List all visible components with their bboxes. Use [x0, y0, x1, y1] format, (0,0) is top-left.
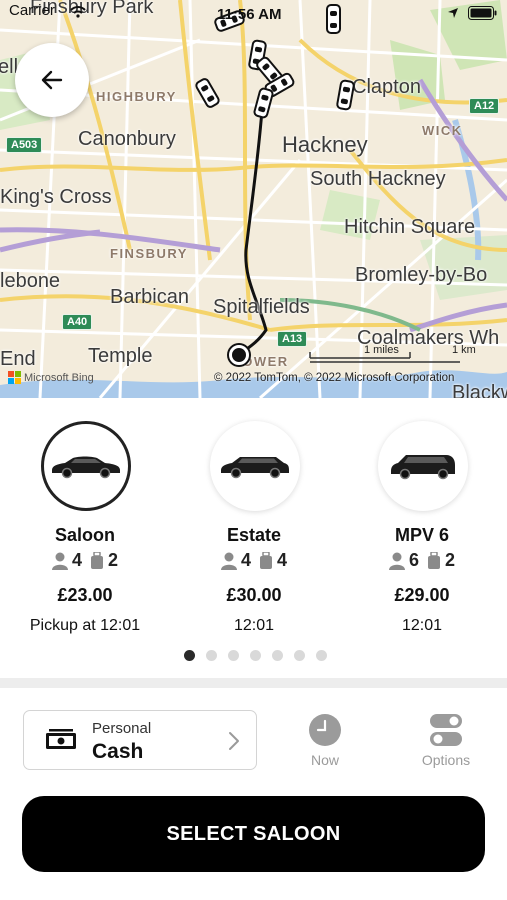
vehicle-image-mpv6[interactable] — [378, 421, 468, 511]
bing-logo: Microsoft Bing — [8, 371, 94, 384]
passenger-count: 4 — [240, 550, 251, 570]
status-carrier: Carrier — [9, 2, 55, 19]
luggage-icon — [427, 551, 441, 570]
saloon-car-icon — [52, 456, 120, 479]
page-dot[interactable] — [184, 650, 195, 661]
road-badge-a40: A40 — [62, 314, 93, 330]
wifi-icon — [70, 6, 86, 18]
page-dot[interactable] — [272, 650, 283, 661]
map-label-barbican: Barbican — [110, 286, 189, 308]
road-badge-a503: A503 — [6, 137, 43, 153]
toggles-icon — [430, 714, 462, 746]
select-vehicle-button[interactable]: SELECT SALOON — [22, 796, 485, 872]
vehicle-price: £23.00 — [57, 585, 113, 605]
vehicle-name: Saloon — [54, 525, 115, 545]
map-provider: Microsoft Bing — [24, 371, 94, 384]
pickup-pin-icon — [229, 345, 249, 365]
vehicle-capacity: 6 2 — [338, 550, 506, 571]
battery-icon — [468, 6, 497, 20]
payment-type: Personal — [92, 720, 152, 737]
vehicle-carousel[interactable]: Saloon 4 2 £23.00 Pickup at 12:01 Estate — [0, 398, 507, 676]
luggage-icon — [90, 551, 104, 570]
passenger-count: 4 — [71, 550, 82, 570]
road-badge-a12: A12 — [469, 98, 500, 114]
map-label-lebone: lebone — [0, 270, 61, 292]
section-divider — [0, 678, 507, 688]
map-label-highbury: HIGHBURY — [96, 89, 177, 104]
passenger-count: 6 — [408, 550, 419, 570]
passenger-icon — [388, 552, 405, 570]
map-attribution: © 2022 TomTom, © 2022 Microsoft Corporat… — [214, 372, 455, 384]
vehicle-pickup-time: Pickup at 12:01 — [29, 617, 141, 634]
vehicle-price: £29.00 — [394, 585, 450, 605]
map-label-kings-cross: King's Cross — [0, 186, 112, 208]
vehicle-pickup-time: 12:01 — [233, 617, 275, 634]
back-button[interactable] — [15, 43, 89, 117]
vehicle-pickup-time: 12:01 — [401, 617, 443, 634]
map-label-blackwall: Blackw — [452, 382, 507, 398]
payment-method-selector[interactable]: Personal Cash — [23, 710, 257, 770]
map-label-wick: WICK — [422, 123, 463, 138]
vehicle-price: £30.00 — [226, 585, 282, 605]
map-label-hackney: Hackney — [282, 132, 368, 157]
vehicle-capacity: 4 4 — [170, 550, 338, 571]
options-button[interactable]: Options — [411, 713, 481, 768]
map-label-spitalfields: Spitalfields — [213, 296, 310, 318]
estate-car-icon — [221, 457, 289, 479]
page-dot[interactable] — [294, 650, 305, 661]
road-badge-a13: A13 — [277, 331, 308, 347]
microsoft-logo-icon — [8, 371, 21, 384]
map-label-bromley-by-bow: Bromley-by-Bo — [355, 264, 488, 286]
now-label: Now — [310, 752, 339, 768]
schedule-now-button[interactable]: Now — [290, 713, 360, 768]
vehicle-name: Estate — [226, 525, 282, 545]
page-dot[interactable] — [206, 650, 217, 661]
map-label-canonbury: Canonbury — [78, 128, 176, 150]
passenger-icon — [220, 552, 237, 570]
cash-icon — [46, 729, 76, 749]
status-time: 11:56 AM — [217, 6, 282, 23]
vehicle-name: MPV 6 — [394, 525, 450, 545]
page-dot[interactable] — [316, 650, 327, 661]
carousel-pagination — [184, 650, 327, 661]
luggage-icon — [259, 551, 273, 570]
vehicle-image-saloon[interactable] — [41, 421, 131, 511]
map-view[interactable]: Finsbury Park ell HIGHBURY Canonbury Kin… — [0, 0, 507, 398]
bag-count: 2 — [445, 550, 456, 570]
map-label-finsbury: FINSBURY — [110, 246, 188, 261]
map-label-hitchin-square: Hitchin Square — [344, 216, 476, 238]
passenger-icon — [51, 552, 68, 570]
clock-icon — [309, 714, 341, 746]
map-label-temple: Temple — [88, 345, 153, 367]
vehicle-capacity: 4 2 — [1, 550, 169, 571]
vehicle-image-estate[interactable] — [210, 421, 300, 511]
map-scale-km: 1 km — [452, 344, 476, 356]
bag-count: 2 — [108, 550, 119, 570]
mpv-car-icon — [391, 455, 455, 480]
chevron-right-icon — [229, 732, 239, 750]
page-dot[interactable] — [228, 650, 239, 661]
page-dot[interactable] — [250, 650, 261, 661]
arrow-left-icon — [41, 70, 63, 90]
options-label: Options — [421, 752, 471, 768]
map-label-south-hackney: South Hackney — [310, 168, 446, 190]
map-label-clapton: Clapton — [352, 76, 421, 98]
map-label-end: End — [0, 348, 36, 370]
bag-count: 4 — [277, 550, 288, 570]
location-arrow-icon — [448, 8, 458, 18]
payment-method: Cash — [92, 740, 144, 763]
map-scale-miles: 1 miles — [364, 344, 399, 356]
map-car-icon — [326, 4, 341, 34]
